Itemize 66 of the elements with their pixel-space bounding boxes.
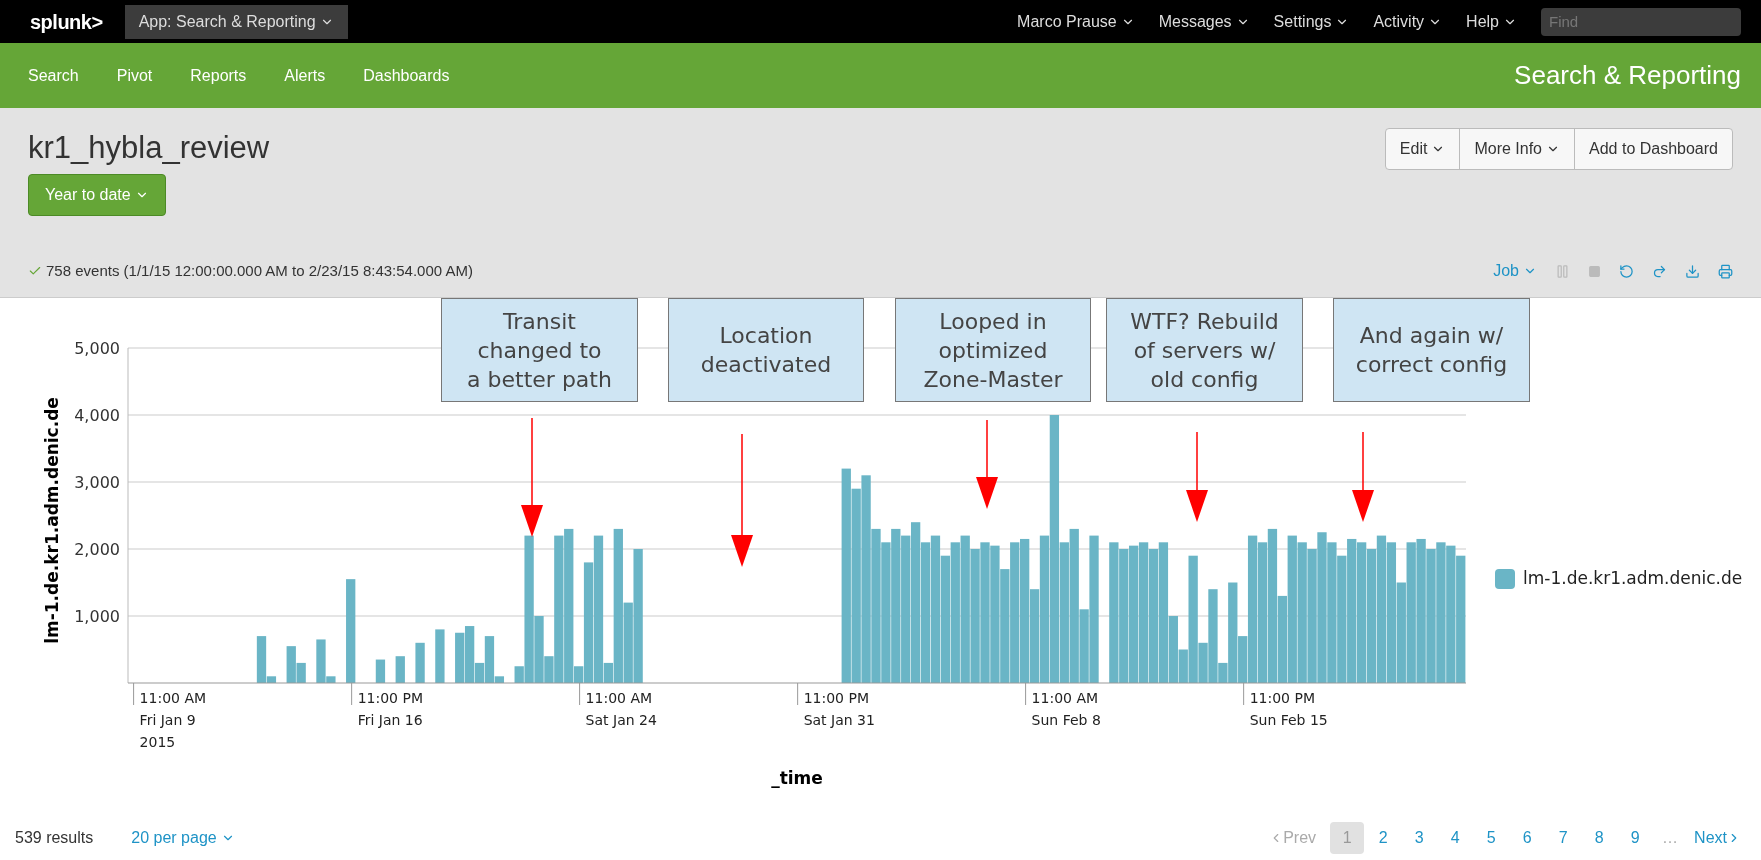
nav-link[interactable]: Pivot bbox=[116, 63, 153, 88]
annotation-callout: WTF? Rebuild of servers w/ old config bbox=[1106, 298, 1303, 402]
menu-item[interactable]: Messages bbox=[1158, 9, 1250, 34]
nav-link[interactable]: Dashboards bbox=[363, 63, 450, 88]
axis-tick-label: 11:00 PM Sat Jan 31 bbox=[803, 690, 875, 728]
per-page-menu[interactable]: 20 per page bbox=[131, 826, 235, 850]
page-button[interactable]: 2 bbox=[1366, 822, 1401, 854]
job-menu[interactable]: Job bbox=[1493, 259, 1537, 283]
refresh-icon[interactable] bbox=[1619, 263, 1634, 279]
page-button[interactable]: 1 bbox=[1330, 822, 1365, 854]
action-button[interactable]: Add to Dashboard bbox=[1574, 129, 1732, 169]
app-menu[interactable]: App: Search & Reporting bbox=[124, 4, 348, 39]
stop-icon[interactable] bbox=[1588, 264, 1601, 278]
axis-tick-label: 11:00 PM Fri Jan 16 bbox=[357, 690, 423, 728]
app-title: Search & Reporting bbox=[1514, 59, 1741, 92]
axis-title: _time bbox=[771, 768, 823, 788]
result-count: 539 results bbox=[15, 828, 94, 848]
annotation-callout: Transit changed to a better path bbox=[441, 298, 638, 402]
axis-tick-label: 5,000 bbox=[74, 339, 120, 358]
check-icon bbox=[28, 264, 42, 278]
ellipsis: … bbox=[1662, 828, 1679, 848]
chart-bar bbox=[375, 659, 386, 683]
legend-label: lm-1.de.kr1.adm.denic.de bbox=[1523, 567, 1743, 590]
page-button[interactable]: 3 bbox=[1402, 822, 1437, 854]
download-icon[interactable] bbox=[1685, 263, 1700, 279]
action-button[interactable]: Edit bbox=[1385, 129, 1460, 169]
nav-link[interactable]: Search bbox=[28, 63, 79, 88]
time-range-button[interactable]: Year to date bbox=[28, 174, 166, 216]
menu-item[interactable]: Marco Prause bbox=[1017, 9, 1135, 34]
axis-tick-label: 3,000 bbox=[74, 473, 120, 492]
page-button[interactable]: 7 bbox=[1546, 822, 1581, 854]
page-button[interactable]: 8 bbox=[1582, 822, 1617, 854]
chart-bar bbox=[395, 656, 405, 683]
annotation-callout: Looped in optimized Zone-Master bbox=[895, 298, 1091, 402]
status-text: 758 events (1/1/15 12:00:00.000 AM to 2/23/15 8:43:54.000 AM) bbox=[46, 260, 473, 281]
chart-bar bbox=[415, 642, 425, 683]
page-button[interactable]: 6 bbox=[1510, 822, 1545, 854]
axis-tick-label: 11:00 AM Sat Jan 24 bbox=[585, 690, 657, 728]
next-button[interactable]: Next bbox=[1694, 826, 1741, 850]
page-button[interactable]: 4 bbox=[1438, 822, 1473, 854]
axis-tick-label: 4,000 bbox=[74, 406, 120, 425]
logo[interactable]: splunk> bbox=[30, 6, 103, 37]
page-button[interactable]: 9 bbox=[1618, 822, 1653, 854]
axis-tick-label: 11:00 AM Fri Jan 9 2015 bbox=[139, 690, 207, 750]
annotation-callout: And again w/ correct config bbox=[1333, 298, 1530, 402]
chart-bar bbox=[435, 629, 445, 683]
axis-tick-label: 1,000 bbox=[74, 607, 120, 626]
menu-item[interactable]: Activity bbox=[1373, 9, 1443, 34]
action-button[interactable]: More Info bbox=[1459, 129, 1574, 169]
pause-icon[interactable] bbox=[1555, 263, 1570, 279]
find-field[interactable]: Find bbox=[1541, 7, 1741, 36]
nav-link[interactable]: Reports bbox=[190, 63, 247, 88]
prev-button[interactable]: Prev bbox=[1269, 826, 1317, 850]
nav-link[interactable]: Alerts bbox=[284, 63, 326, 88]
page-button[interactable]: 5 bbox=[1474, 822, 1509, 854]
axis-tick-label: 11:00 PM Sun Feb 15 bbox=[1249, 690, 1328, 728]
menu-item[interactable]: Help bbox=[1466, 9, 1517, 34]
page-title: kr1_hybla_review bbox=[28, 129, 270, 167]
curved-arrow-icon[interactable] bbox=[1652, 263, 1667, 279]
print-icon[interactable] bbox=[1718, 263, 1733, 279]
axis-tick-label: 2,000 bbox=[74, 540, 120, 559]
axis-tick-label: 11:00 AM Sun Feb 8 bbox=[1031, 690, 1101, 728]
annotation-callout: Location deactivated bbox=[668, 298, 864, 402]
chart-bar bbox=[455, 632, 465, 683]
menu-item[interactable]: Settings bbox=[1273, 9, 1350, 34]
axis-title: lm-1.de.kr1.adm.denic.de bbox=[42, 397, 62, 644]
